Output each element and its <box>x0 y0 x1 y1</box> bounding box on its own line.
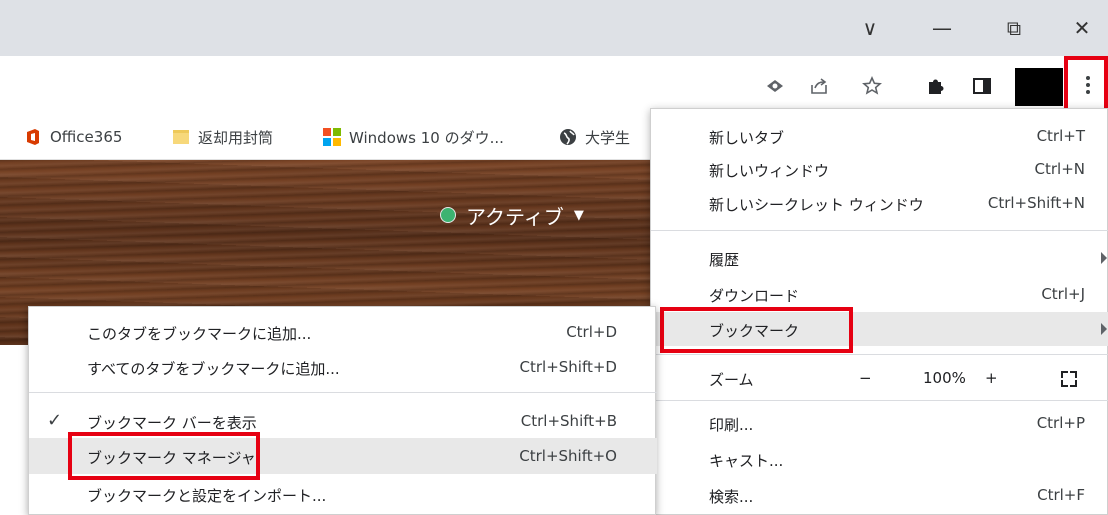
restore-button[interactable]: ⧉ <box>988 8 1040 48</box>
menu-item-zoom: ズーム − 100% + <box>651 363 1108 395</box>
submenu-arrow-icon <box>1101 252 1107 264</box>
bookmark-label: 大学生 <box>585 128 631 147</box>
menu-separator <box>651 230 1108 231</box>
submenu-item-import[interactable]: ブックマークと設定をインポート... <box>29 477 657 511</box>
status-label: アクティブ <box>466 204 564 229</box>
highlight-box-bookmarks <box>660 307 853 353</box>
close-icon: ✕ <box>1073 16 1091 40</box>
eye-icon[interactable] <box>760 71 790 101</box>
menu-separator <box>651 354 1108 355</box>
minimize-button[interactable]: — <box>916 8 968 48</box>
close-button[interactable]: ✕ <box>1056 8 1108 48</box>
star-icon[interactable] <box>857 71 887 101</box>
share-icon[interactable] <box>804 71 834 101</box>
caret-down-icon: ▼ <box>573 207 584 223</box>
menu-item-history[interactable]: 履歴 <box>651 243 1108 275</box>
menu-item-new-tab[interactable]: 新しいタブ Ctrl+T <box>651 121 1108 153</box>
office-icon <box>24 128 42 146</box>
tab-search-button[interactable]: ∨ <box>844 8 896 48</box>
zoom-out-button[interactable]: − <box>859 369 872 387</box>
bookmark-label: 返却用封筒 <box>198 128 274 147</box>
profile-avatar[interactable] <box>1015 68 1063 106</box>
highlight-box-menu-button <box>1064 56 1108 114</box>
highlight-box-bookmark-manager <box>68 432 260 480</box>
bookmark-label: Windows 10 のダウ... <box>349 128 504 147</box>
menu-item-find[interactable]: 検索... Ctrl+F <box>651 480 1108 512</box>
status-dot-icon <box>440 207 456 223</box>
status-toggle[interactable]: アクティブ ▼ <box>440 198 584 232</box>
sidepanel-icon[interactable] <box>967 71 997 101</box>
submenu-item-add-all-tabs[interactable]: すべてのタブをブックマークに追加... Ctrl+Shift+D <box>29 350 657 384</box>
zoom-in-button[interactable]: + <box>985 369 998 387</box>
menu-item-print[interactable]: 印刷... Ctrl+P <box>651 408 1108 440</box>
windows-icon <box>323 128 341 146</box>
checkmark-icon: ✓ <box>47 410 63 431</box>
bookmark-university[interactable]: 大学生 <box>559 124 630 150</box>
menu-item-cast[interactable]: キャスト... <box>651 444 1108 476</box>
zoom-level: 100% <box>923 369 966 387</box>
submenu-arrow-icon <box>1101 323 1107 335</box>
menu-separator <box>29 392 657 393</box>
folder-icon <box>172 128 190 146</box>
menu-separator <box>651 400 1108 401</box>
menu-item-new-window[interactable]: 新しいウィンドウ Ctrl+N <box>651 154 1108 186</box>
bookmark-office365[interactable]: Office365 <box>24 124 122 150</box>
fullscreen-icon[interactable] <box>1061 371 1077 387</box>
chevron-down-icon: ∨ <box>862 16 878 40</box>
bookmarks-submenu: このタブをブックマークに追加... Ctrl+D すべてのタブをブックマークに追… <box>28 306 657 515</box>
submenu-item-add-tab[interactable]: このタブをブックマークに追加... Ctrl+D <box>29 315 657 349</box>
bookmark-folder[interactable]: 返却用封筒 <box>172 124 273 150</box>
bookmark-windows10[interactable]: Windows 10 のダウ... <box>323 124 504 150</box>
bookmark-label: Office365 <box>50 128 123 146</box>
puzzle-icon[interactable] <box>921 71 951 101</box>
restore-icon: ⧉ <box>1006 16 1022 40</box>
globe-icon <box>559 128 577 146</box>
menu-item-new-incognito[interactable]: 新しいシークレット ウィンドウ Ctrl+Shift+N <box>651 188 1108 220</box>
minimize-icon: — <box>932 16 952 40</box>
